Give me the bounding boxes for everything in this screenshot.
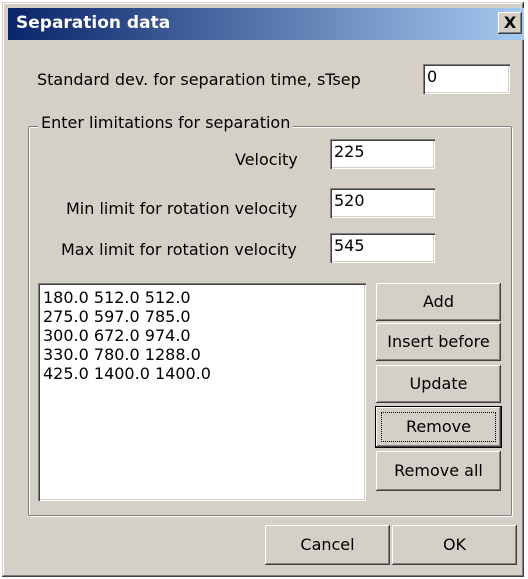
limits-listbox[interactable]: 180.0 512.0 512.0 275.0 597.0 785.0 300.… — [38, 283, 366, 501]
list-item[interactable]: 425.0 1400.0 1400.0 — [43, 364, 361, 383]
list-item[interactable]: 330.0 780.0 1288.0 — [43, 345, 361, 364]
remove-all-button[interactable]: Remove all — [376, 451, 501, 491]
close-button[interactable]: X — [498, 12, 522, 34]
insert-before-button[interactable]: Insert before — [376, 323, 501, 361]
std-dev-input[interactable]: 0 — [423, 64, 510, 94]
min-rotation-label: Min limit for rotation velocity — [66, 199, 298, 218]
remove-button-label: Remove — [406, 417, 471, 436]
group-legend: Enter limitations for separation — [38, 113, 294, 132]
window-title: Separation data — [16, 13, 171, 33]
list-item[interactable]: 300.0 672.0 974.0 — [43, 326, 361, 345]
list-item[interactable]: 275.0 597.0 785.0 — [43, 307, 361, 326]
max-rotation-label: Max limit for rotation velocity — [61, 240, 297, 259]
list-item[interactable]: 180.0 512.0 512.0 — [43, 288, 361, 307]
title-bar[interactable]: Separation data X — [8, 8, 524, 40]
add-button[interactable]: Add — [376, 283, 501, 321]
min-rotation-input[interactable]: 520 — [330, 188, 435, 218]
update-button[interactable]: Update — [376, 365, 501, 403]
velocity-label: Velocity — [235, 150, 298, 169]
max-rotation-input[interactable]: 545 — [330, 233, 435, 263]
std-dev-label: Standard dev. for separation time, sTsep — [37, 70, 361, 89]
ok-button[interactable]: OK — [392, 525, 517, 565]
cancel-button[interactable]: Cancel — [265, 525, 390, 565]
remove-button[interactable]: Remove — [375, 406, 502, 448]
velocity-input[interactable]: 225 — [330, 139, 435, 169]
